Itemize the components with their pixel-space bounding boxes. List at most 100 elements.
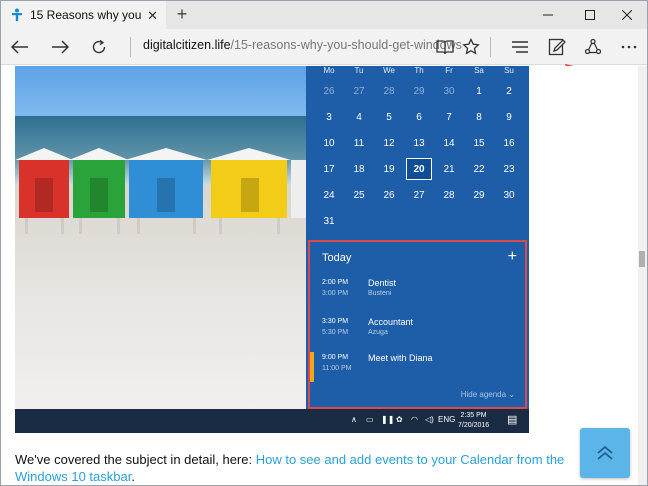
event-location: Busteni bbox=[368, 290, 392, 297]
calendar-day[interactable]: 28 bbox=[374, 78, 404, 104]
event-end: 11:00 PM bbox=[322, 365, 352, 372]
calendar-day[interactable]: 7 bbox=[434, 104, 464, 130]
calendar-day[interactable]: 18 bbox=[344, 156, 374, 182]
minimize-button[interactable] bbox=[528, 1, 568, 29]
language-indicator[interactable]: ENG bbox=[438, 415, 455, 424]
clock-date: 7/20/2016 bbox=[458, 422, 490, 429]
calendar-day[interactable]: 1 bbox=[464, 78, 494, 104]
calendar-day[interactable]: 28 bbox=[434, 182, 464, 208]
calendar-day[interactable]: 29 bbox=[404, 78, 434, 104]
share-button[interactable] bbox=[579, 33, 607, 61]
close-window-button[interactable] bbox=[607, 1, 647, 29]
calendar-day[interactable]: 13 bbox=[404, 130, 434, 156]
calendar-day[interactable]: 26 bbox=[374, 182, 404, 208]
pause-icon[interactable]: ❚❚ bbox=[381, 415, 394, 424]
calendar-day[interactable]: 14 bbox=[434, 130, 464, 156]
calendar-day[interactable]: 27 bbox=[344, 78, 374, 104]
back-button[interactable] bbox=[6, 33, 34, 61]
calendar-day[interactable]: 30 bbox=[494, 182, 524, 208]
calendar-day[interactable]: 12 bbox=[374, 130, 404, 156]
network-icon[interactable]: ✿ bbox=[396, 415, 403, 424]
calendar-day[interactable]: 16 bbox=[494, 130, 524, 156]
agenda-event[interactable]: 2:00 PM 3:00 PM Dentist Busteni bbox=[322, 278, 522, 307]
event-location: Azuga bbox=[368, 329, 388, 336]
favorites-star-button[interactable] bbox=[457, 33, 485, 61]
calendar-day[interactable]: 20 bbox=[406, 158, 432, 180]
address-domain: digitalcitizen.life bbox=[143, 38, 231, 52]
agenda-panel: Today + 2:00 PM 3:00 PM Dentist Busteni … bbox=[308, 240, 527, 409]
calendar-day[interactable]: 31 bbox=[314, 208, 344, 234]
forward-button[interactable] bbox=[46, 33, 74, 61]
agenda-heading: Today bbox=[322, 252, 352, 264]
refresh-button[interactable] bbox=[85, 33, 113, 61]
volume-icon[interactable]: ◁) bbox=[425, 415, 434, 424]
add-event-button[interactable]: + bbox=[508, 248, 517, 266]
double-chevron-up-icon bbox=[597, 445, 613, 460]
new-tab-button[interactable]: + bbox=[172, 4, 192, 25]
tab-close-icon[interactable]: ✕ bbox=[147, 8, 158, 24]
toolbar-separator bbox=[490, 37, 491, 57]
tab-bar: 15 Reasons why you sho ✕ + bbox=[1, 1, 647, 29]
calendar-day[interactable]: 5 bbox=[374, 104, 404, 130]
calendar-day[interactable]: 21 bbox=[434, 156, 464, 182]
scroll-to-top-button[interactable] bbox=[580, 428, 630, 478]
calendar-day[interactable]: 10 bbox=[314, 130, 344, 156]
event-name: Meet with Diana bbox=[368, 353, 433, 363]
hide-agenda-link[interactable]: Hide agenda ⌄ bbox=[461, 390, 515, 399]
calendar-day bbox=[464, 208, 494, 234]
battery-icon[interactable]: ▭ bbox=[366, 415, 374, 424]
calendar-day[interactable]: 2 bbox=[494, 78, 524, 104]
agenda-event[interactable]: 9:00 PM 11:00 PM Meet with Diana bbox=[310, 352, 522, 382]
calendar-day[interactable]: 11 bbox=[344, 130, 374, 156]
vertical-scrollbar[interactable] bbox=[638, 66, 647, 485]
address-bar[interactable]: digitalcitizen.life/15-reasons-why-you-s… bbox=[143, 38, 462, 52]
calendar-day[interactable]: 27 bbox=[404, 182, 434, 208]
calendar-day[interactable]: 22 bbox=[464, 156, 494, 182]
calendar-day[interactable]: 29 bbox=[464, 182, 494, 208]
calendar-day[interactable]: 15 bbox=[464, 130, 494, 156]
tab-title: 15 Reasons why you sho bbox=[30, 8, 145, 22]
calendar-day[interactable]: 8 bbox=[464, 104, 494, 130]
taskbar-clock[interactable]: 2:35 PM 7/20/2016 bbox=[458, 411, 489, 431]
calendar-day bbox=[374, 208, 404, 234]
calendar-day[interactable]: 4 bbox=[344, 104, 374, 130]
weekday-label: We bbox=[383, 66, 395, 75]
weekday-header: Mo Tu We Th Fr Sa Su bbox=[314, 66, 524, 78]
hub-button[interactable] bbox=[506, 33, 534, 61]
event-end: 5:30 PM bbox=[322, 329, 349, 336]
calendar-day bbox=[434, 208, 464, 234]
agenda-event[interactable]: 3:30 PM 5:30 PM Accountant Azuga bbox=[322, 317, 522, 346]
calendar-day[interactable]: 9 bbox=[494, 104, 524, 130]
maximize-button[interactable] bbox=[570, 1, 610, 29]
calendar-day bbox=[404, 208, 434, 234]
calendar-days: 26 27 28 29 30 1 2 3 4 5 6 7 8 9 10 11 12 13 14 15 16 17 18 19 2… bbox=[314, 78, 524, 234]
calendar-day[interactable]: 24 bbox=[314, 182, 344, 208]
article-paragraph: We've covered the subject in detail, her… bbox=[15, 451, 590, 485]
calendar-day bbox=[494, 208, 524, 234]
web-note-button[interactable] bbox=[543, 33, 571, 61]
weekday-label: Tu bbox=[354, 66, 364, 75]
browser-window: 15 Reasons why you sho ✕ + digitalcitize… bbox=[0, 0, 648, 486]
wifi-icon[interactable]: ◠ bbox=[411, 415, 418, 424]
site-favicon-icon bbox=[9, 7, 25, 23]
paragraph-text: We've covered the subject in detail, her… bbox=[15, 452, 256, 467]
notifications-icon[interactable]: ▤ bbox=[507, 413, 517, 426]
photo-beach bbox=[15, 186, 315, 411]
event-start: 2:00 PM bbox=[322, 279, 349, 286]
calendar-day[interactable]: 23 bbox=[494, 156, 524, 182]
calendar-day[interactable]: 25 bbox=[344, 182, 374, 208]
reading-view-button[interactable] bbox=[431, 33, 459, 61]
calendar-day[interactable]: 3 bbox=[314, 104, 344, 130]
browser-tab[interactable]: 15 Reasons why you sho ✕ bbox=[1, 1, 166, 29]
photo-sky bbox=[15, 66, 315, 116]
page-content: Mo Tu We Th Fr Sa Su 26 27 28 29 30 1 2 3 4 5 6 7 8 9 10 11 12… bbox=[1, 66, 638, 485]
more-button[interactable] bbox=[615, 33, 643, 61]
show-hidden-icons-icon[interactable]: ∧ bbox=[351, 415, 357, 424]
calendar-day[interactable]: 30 bbox=[434, 78, 464, 104]
calendar-day[interactable]: 17 bbox=[314, 156, 344, 182]
weekday-label: Fr bbox=[445, 66, 453, 75]
scrollbar-thumb[interactable] bbox=[639, 251, 645, 267]
calendar-day[interactable]: 6 bbox=[404, 104, 434, 130]
calendar-day[interactable]: 26 bbox=[314, 78, 344, 104]
calendar-day[interactable]: 19 bbox=[374, 156, 404, 182]
